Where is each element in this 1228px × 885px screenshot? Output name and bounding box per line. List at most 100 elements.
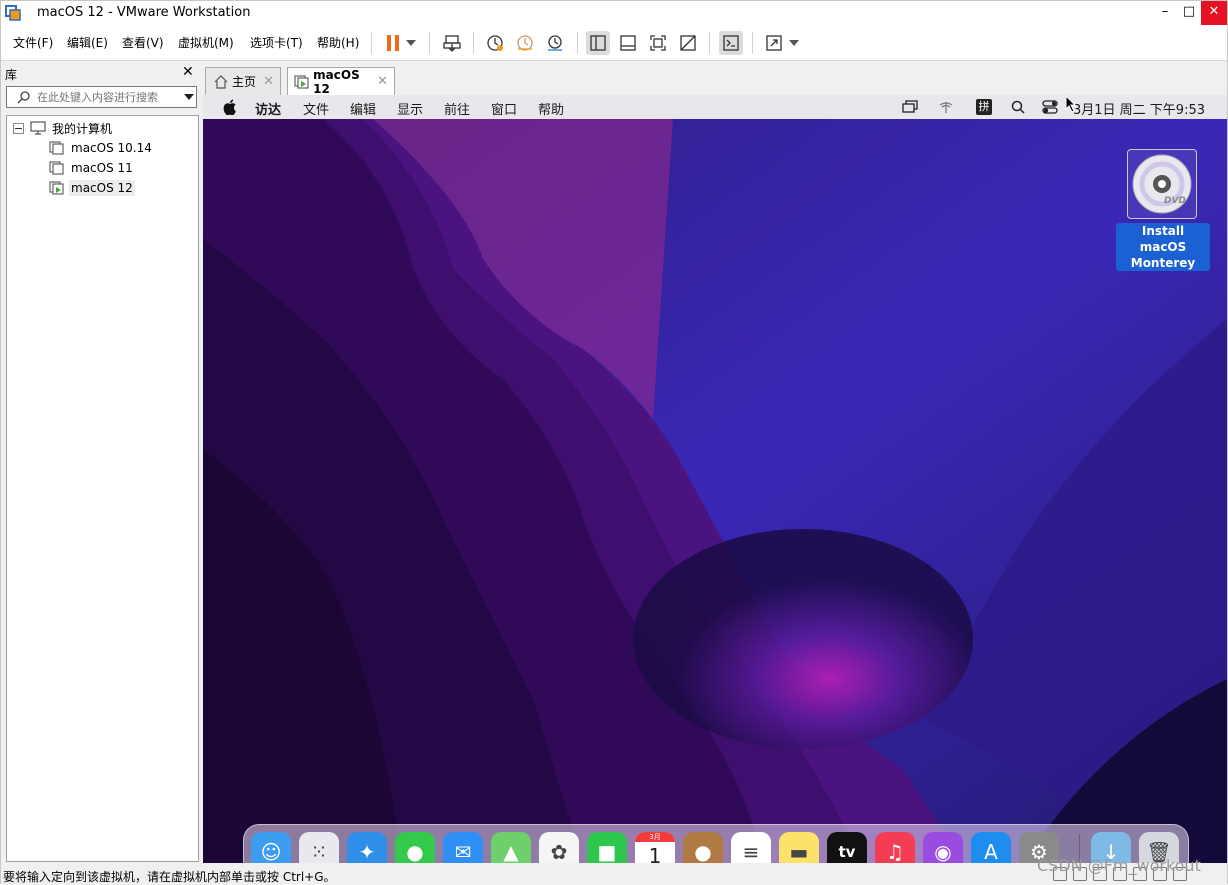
maximize-button[interactable]: □: [1177, 1, 1201, 25]
menu-vm[interactable]: 虚拟机(M): [178, 34, 234, 51]
install-macos-label[interactable]: Install macOS Monterey: [1116, 223, 1210, 271]
thumbnail-bar-icon[interactable]: [616, 31, 640, 55]
dock-icon-glyph: ✿: [550, 840, 568, 863]
vm-running-icon: [294, 74, 309, 89]
dock-icon-glyph: ▲: [503, 840, 519, 863]
snapshot-manager-icon[interactable]: [543, 31, 567, 55]
toolbar-separator: [429, 32, 430, 54]
close-button[interactable]: ✕: [1201, 1, 1227, 25]
dock-app-store-icon[interactable]: A: [971, 832, 1011, 863]
dock-icon-glyph: tv: [838, 843, 856, 861]
menu-tabs[interactable]: 选项卡(T): [250, 34, 303, 51]
tab-label: macOS 12: [313, 67, 360, 96]
tree-item-macos-10-14[interactable]: macOS 10.14: [49, 139, 154, 157]
spotlight-search-icon[interactable]: [1011, 100, 1025, 114]
pause-icon[interactable]: [381, 31, 405, 55]
revert-snapshot-icon[interactable]: [513, 31, 537, 55]
mac-menu-window[interactable]: 窗口: [491, 99, 517, 118]
mac-menu-edit[interactable]: 编辑: [350, 99, 376, 118]
dock-podcasts-icon[interactable]: ◉: [923, 832, 963, 863]
collapse-icon[interactable]: [13, 122, 24, 134]
stretch-icon[interactable]: [762, 31, 786, 55]
tab-macos-12[interactable]: macOS 12 ✕: [287, 67, 395, 96]
menu-edit[interactable]: 编辑(E): [67, 34, 108, 51]
mac-menu-help[interactable]: 帮助: [538, 99, 564, 118]
network-icon[interactable]: [938, 100, 954, 114]
dock-mail-icon[interactable]: ✉: [443, 832, 483, 863]
tree-item-macos-11[interactable]: macOS 11: [49, 159, 135, 177]
dock-icon-glyph: ≡: [742, 840, 760, 863]
dock-icon-glyph: ●: [694, 840, 712, 863]
vmware-window: macOS 12 - VMware Workstation – □ ✕ 文件(F…: [0, 0, 1228, 885]
menu-toolbar: 文件(F) 编辑(E) 查看(V) 虚拟机(M) 选项卡(T) 帮助(H): [1, 25, 1227, 61]
show-library-icon[interactable]: [586, 31, 610, 55]
library-search-input[interactable]: [37, 89, 177, 105]
menu-view[interactable]: 查看(V): [122, 34, 164, 51]
dock-music-icon[interactable]: ♫: [875, 832, 915, 863]
mac-menu-go[interactable]: 前往: [444, 99, 470, 118]
dock-icon-glyph: 1: [648, 844, 662, 863]
dock-messages-icon[interactable]: ●: [395, 832, 435, 863]
dock-notes-icon[interactable]: ▬: [779, 832, 819, 863]
dock-launchpad-icon[interactable]: ⁙: [299, 832, 339, 863]
tab-home[interactable]: 主页 ✕: [205, 67, 281, 95]
tree-root-my-computer[interactable]: 我的计算机: [13, 119, 114, 137]
install-macos-disk-icon[interactable]: DVD: [1127, 149, 1197, 219]
screen-mirroring-icon[interactable]: [902, 100, 918, 114]
input-method-icon[interactable]: 拼: [976, 99, 992, 115]
vm-running-icon: [49, 181, 64, 195]
apple-logo-icon[interactable]: [223, 99, 237, 115]
csdn-watermark: CSDN @Fm_workout: [1037, 856, 1201, 875]
dock-facetime-icon[interactable]: ■: [587, 832, 627, 863]
full-screen-icon[interactable]: [646, 31, 670, 55]
search-dropdown-icon[interactable]: [184, 94, 194, 100]
tab-bar: 主页 ✕ macOS 12 ✕: [205, 67, 1225, 96]
tree-item-macos-12[interactable]: macOS 12: [49, 179, 135, 197]
dock-finder-icon[interactable]: ☺: [251, 832, 291, 863]
dock-reminders-icon[interactable]: ≡: [731, 832, 771, 863]
menu-help[interactable]: 帮助(H): [317, 34, 359, 51]
calendar-month-badge: 3月: [635, 832, 675, 842]
dock-calendar-icon[interactable]: 1 3月: [635, 832, 675, 863]
menu-file[interactable]: 文件(F): [13, 34, 53, 51]
mac-menu-finder[interactable]: 访达: [255, 99, 281, 118]
dock-icon-glyph: ⁙: [310, 840, 328, 863]
dock-icon-glyph: ✦: [358, 840, 376, 863]
tab-close-icon[interactable]: ✕: [377, 74, 388, 89]
tree-item-label: macOS 11: [71, 161, 133, 175]
search-icon: [17, 91, 30, 104]
tree-item-label: macOS 10.14: [71, 141, 152, 155]
library-title: 库: [5, 68, 18, 82]
vm-console[interactable]: 访达 文件 编辑 显示 前往 窗口 帮助 拼 3月1日 周二 下午9:53 DV…: [203, 95, 1227, 863]
mac-clock[interactable]: 3月1日 周二 下午9:53: [1073, 99, 1205, 118]
unity-icon[interactable]: [676, 31, 700, 55]
pause-dropdown-icon[interactable]: [403, 31, 419, 55]
snapshot-icon[interactable]: [483, 31, 507, 55]
toolbar-separator: [473, 32, 474, 54]
minimize-button[interactable]: –: [1153, 1, 1177, 25]
mac-menu-file[interactable]: 文件: [303, 99, 329, 118]
dock-icon-glyph: ☺: [260, 840, 282, 863]
home-icon: [214, 74, 228, 89]
macos-desktop[interactable]: DVD Install macOS Monterey ☺ ⁙ ✦ ● ✉ ▲ ✿ ■ 1 3月 ● ≡…: [203, 119, 1227, 863]
stretch-dropdown-icon[interactable]: [786, 31, 802, 55]
window-title: macOS 12 - VMware Workstation: [37, 5, 251, 20]
tree-root-label: 我的计算机: [52, 121, 113, 136]
control-center-icon[interactable]: [1042, 100, 1058, 114]
console-view-icon[interactable]: [719, 31, 743, 55]
send-ctrl-alt-del-icon[interactable]: [440, 31, 464, 55]
vm-icon: [49, 161, 64, 175]
library-search-box[interactable]: [6, 86, 197, 108]
computer-icon: [30, 121, 46, 135]
dock-maps-icon[interactable]: ▲: [491, 832, 531, 863]
tab-close-icon[interactable]: ✕: [263, 74, 274, 89]
dock-icon-glyph: ✉: [454, 840, 472, 863]
tree-item-label: macOS 12: [69, 180, 135, 196]
dock-tv-icon[interactable]: tv: [827, 832, 867, 863]
dock-safari-icon[interactable]: ✦: [347, 832, 387, 863]
dock-photos-icon[interactable]: ✿: [539, 832, 579, 863]
toolbar-separator: [577, 32, 578, 54]
library-close-icon[interactable]: ✕: [182, 64, 194, 80]
mac-menu-view[interactable]: 显示: [397, 99, 423, 118]
dock-contacts-icon[interactable]: ●: [683, 832, 723, 863]
